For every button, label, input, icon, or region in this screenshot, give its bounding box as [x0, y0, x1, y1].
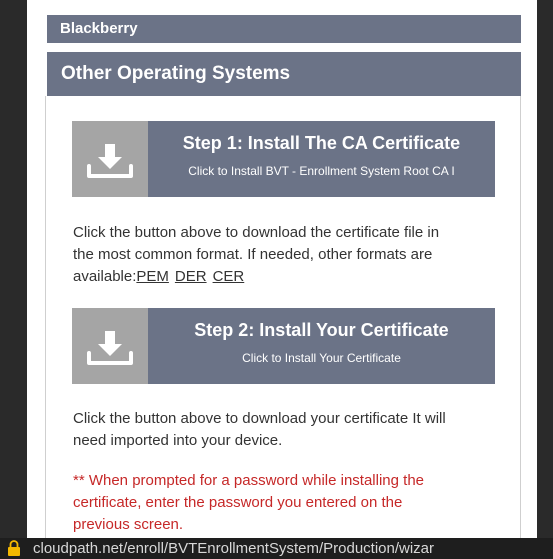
certificate-instructions-line1: Click the button above to download your …	[73, 410, 446, 427]
step1-subtitle: Click to Install BVT - Enrollment System…	[188, 164, 455, 178]
window-frame-left	[0, 0, 27, 559]
password-warning-line1: ** When prompted for a password while in…	[73, 472, 425, 489]
step2-subtitle: Click to Install Your Certificate	[242, 351, 401, 365]
install-your-certificate-button[interactable]: Step 2: Install Your Certificate Click t…	[72, 308, 495, 384]
ca-instructions-line1: Click the button above to download the c…	[73, 224, 440, 241]
format-link-pem[interactable]: PEM	[136, 268, 169, 285]
address-bar[interactable]: cloudpath.net/enroll/BVTEnrollmentSystem…	[0, 538, 553, 559]
section-header-blackberry[interactable]: Blackberry	[47, 15, 521, 43]
password-warning: ** When prompted for a password while in…	[73, 470, 503, 536]
formats-prefix: available:	[73, 268, 137, 285]
enrollment-panel: Blackberry Other Operating Systems Step …	[27, 0, 537, 538]
install-ca-certificate-button[interactable]: Step 1: Install The CA Certificate Click…	[72, 121, 495, 197]
step2-title: Step 2: Install Your Certificate	[194, 320, 449, 340]
password-warning-line2: certificate, enter the password you ente…	[73, 494, 403, 511]
ca-instructions-line2: the most common format. If needed, other…	[73, 246, 433, 263]
format-link-der[interactable]: DER	[175, 268, 207, 285]
certificate-instructions: Click the button above to download your …	[73, 408, 503, 452]
step1-title: Step 1: Install The CA Certificate	[182, 133, 461, 153]
download-icon	[72, 121, 148, 197]
section-header-other-os[interactable]: Other Operating Systems	[47, 52, 521, 96]
download-icon	[72, 308, 148, 384]
certificate-instructions-line2: need imported into your device.	[73, 432, 283, 449]
address-bar-url[interactable]: cloudpath.net/enroll/BVTEnrollmentSystem…	[33, 538, 434, 559]
ca-instructions: Click the button above to download the c…	[73, 222, 503, 288]
format-link-cer[interactable]: CER	[213, 268, 245, 285]
lock-icon	[8, 540, 20, 556]
password-warning-line3: previous screen.	[73, 516, 184, 533]
ca-instructions-line3: available:PEM DER CER	[73, 266, 503, 288]
window-frame-right	[537, 0, 553, 559]
